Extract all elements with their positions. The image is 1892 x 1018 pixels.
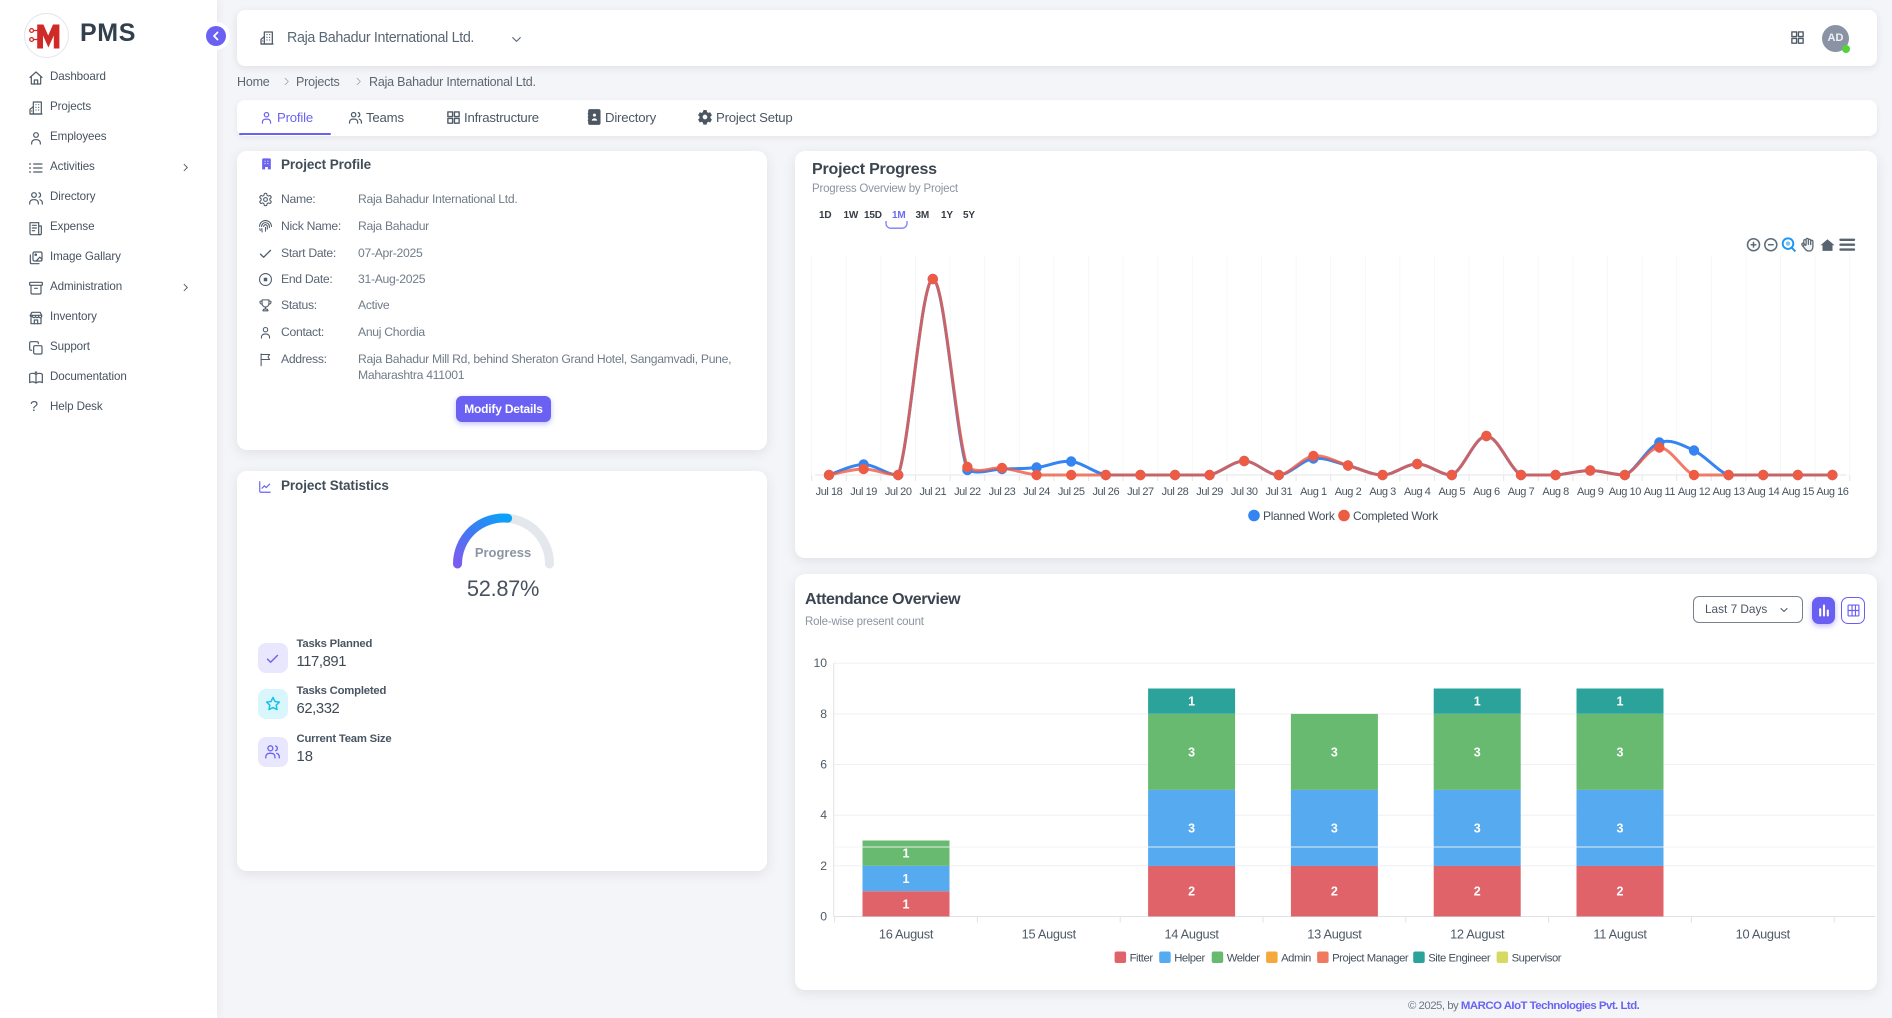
svg-text:3: 3 xyxy=(1617,745,1624,759)
svg-text:4: 4 xyxy=(820,808,827,822)
svg-text:Aug 4: Aug 4 xyxy=(1404,486,1431,498)
svg-text:Jul 30: Jul 30 xyxy=(1231,486,1258,498)
svg-text:1: 1 xyxy=(903,872,910,886)
svg-text:2: 2 xyxy=(820,859,827,873)
svg-text:1: 1 xyxy=(903,847,910,861)
svg-text:Welder: Welder xyxy=(1227,952,1261,964)
svg-text:Fitter: Fitter xyxy=(1130,952,1154,964)
svg-text:Planned Work: Planned Work xyxy=(1263,509,1336,523)
svg-text:10: 10 xyxy=(813,656,827,670)
svg-text:Jul 23: Jul 23 xyxy=(989,486,1016,498)
svg-text:Completed Work: Completed Work xyxy=(1353,509,1439,523)
svg-text:Aug 7: Aug 7 xyxy=(1508,486,1535,498)
svg-text:Aug 9: Aug 9 xyxy=(1577,486,1604,498)
svg-text:2: 2 xyxy=(1617,885,1624,899)
svg-text:Aug 1: Aug 1 xyxy=(1300,486,1327,498)
svg-text:0: 0 xyxy=(820,910,827,924)
svg-text:2: 2 xyxy=(1474,885,1481,899)
svg-text:Aug 6: Aug 6 xyxy=(1473,486,1500,498)
svg-text:Aug 14: Aug 14 xyxy=(1747,486,1779,498)
svg-text:3: 3 xyxy=(1474,745,1481,759)
svg-text:Aug 12: Aug 12 xyxy=(1678,486,1710,498)
svg-text:Jul 28: Jul 28 xyxy=(1162,486,1189,498)
svg-text:8: 8 xyxy=(820,707,827,721)
svg-text:14 August: 14 August xyxy=(1164,927,1219,942)
svg-text:13 August: 13 August xyxy=(1307,927,1362,942)
svg-text:Jul 31: Jul 31 xyxy=(1265,486,1292,498)
svg-text:Aug 3: Aug 3 xyxy=(1369,486,1396,498)
svg-text:Jul 18: Jul 18 xyxy=(816,486,843,498)
svg-text:16 August: 16 August xyxy=(879,927,934,942)
svg-text:Supervisor: Supervisor xyxy=(1512,952,1562,964)
svg-text:1: 1 xyxy=(1188,695,1195,709)
svg-text:Aug 5: Aug 5 xyxy=(1439,486,1466,498)
svg-text:3: 3 xyxy=(1331,745,1338,759)
svg-text:3: 3 xyxy=(1188,745,1195,759)
svg-text:Aug 2: Aug 2 xyxy=(1335,486,1362,498)
svg-text:15 August: 15 August xyxy=(1022,927,1077,942)
svg-text:Aug 11: Aug 11 xyxy=(1644,486,1676,498)
svg-text:Jul 29: Jul 29 xyxy=(1196,486,1223,498)
svg-text:12 August: 12 August xyxy=(1450,927,1505,942)
svg-text:6: 6 xyxy=(820,758,827,772)
svg-text:Site Engineer: Site Engineer xyxy=(1428,952,1491,964)
svg-text:10 August: 10 August xyxy=(1736,927,1791,942)
svg-text:Jul 19: Jul 19 xyxy=(850,486,877,498)
svg-text:1: 1 xyxy=(1617,695,1624,709)
svg-text:Aug 8: Aug 8 xyxy=(1542,486,1569,498)
svg-text:Admin: Admin xyxy=(1281,952,1311,964)
svg-text:Jul 26: Jul 26 xyxy=(1092,486,1119,498)
svg-text:3: 3 xyxy=(1188,821,1195,835)
svg-text:Jul 21: Jul 21 xyxy=(919,486,946,498)
svg-text:1: 1 xyxy=(903,897,910,911)
svg-text:2: 2 xyxy=(1331,885,1338,899)
svg-text:Project Manager: Project Manager xyxy=(1332,952,1409,964)
svg-text:Jul 25: Jul 25 xyxy=(1058,486,1085,498)
svg-text:2: 2 xyxy=(1188,885,1195,899)
svg-text:3: 3 xyxy=(1617,821,1624,835)
svg-text:Aug 15: Aug 15 xyxy=(1782,486,1814,498)
svg-text:1: 1 xyxy=(1474,695,1481,709)
svg-text:11 August: 11 August xyxy=(1593,927,1647,942)
svg-text:Jul 27: Jul 27 xyxy=(1127,486,1154,498)
svg-text:Jul 24: Jul 24 xyxy=(1023,486,1050,498)
svg-text:3: 3 xyxy=(1331,821,1338,835)
svg-text:Aug 13: Aug 13 xyxy=(1713,486,1745,498)
svg-text:Jul 20: Jul 20 xyxy=(885,486,912,498)
svg-text:Aug 10: Aug 10 xyxy=(1609,486,1641,498)
svg-text:Jul 22: Jul 22 xyxy=(954,486,981,498)
svg-text:Helper: Helper xyxy=(1174,952,1205,964)
svg-text:Aug 16: Aug 16 xyxy=(1816,486,1848,498)
svg-text:3: 3 xyxy=(1474,821,1481,835)
